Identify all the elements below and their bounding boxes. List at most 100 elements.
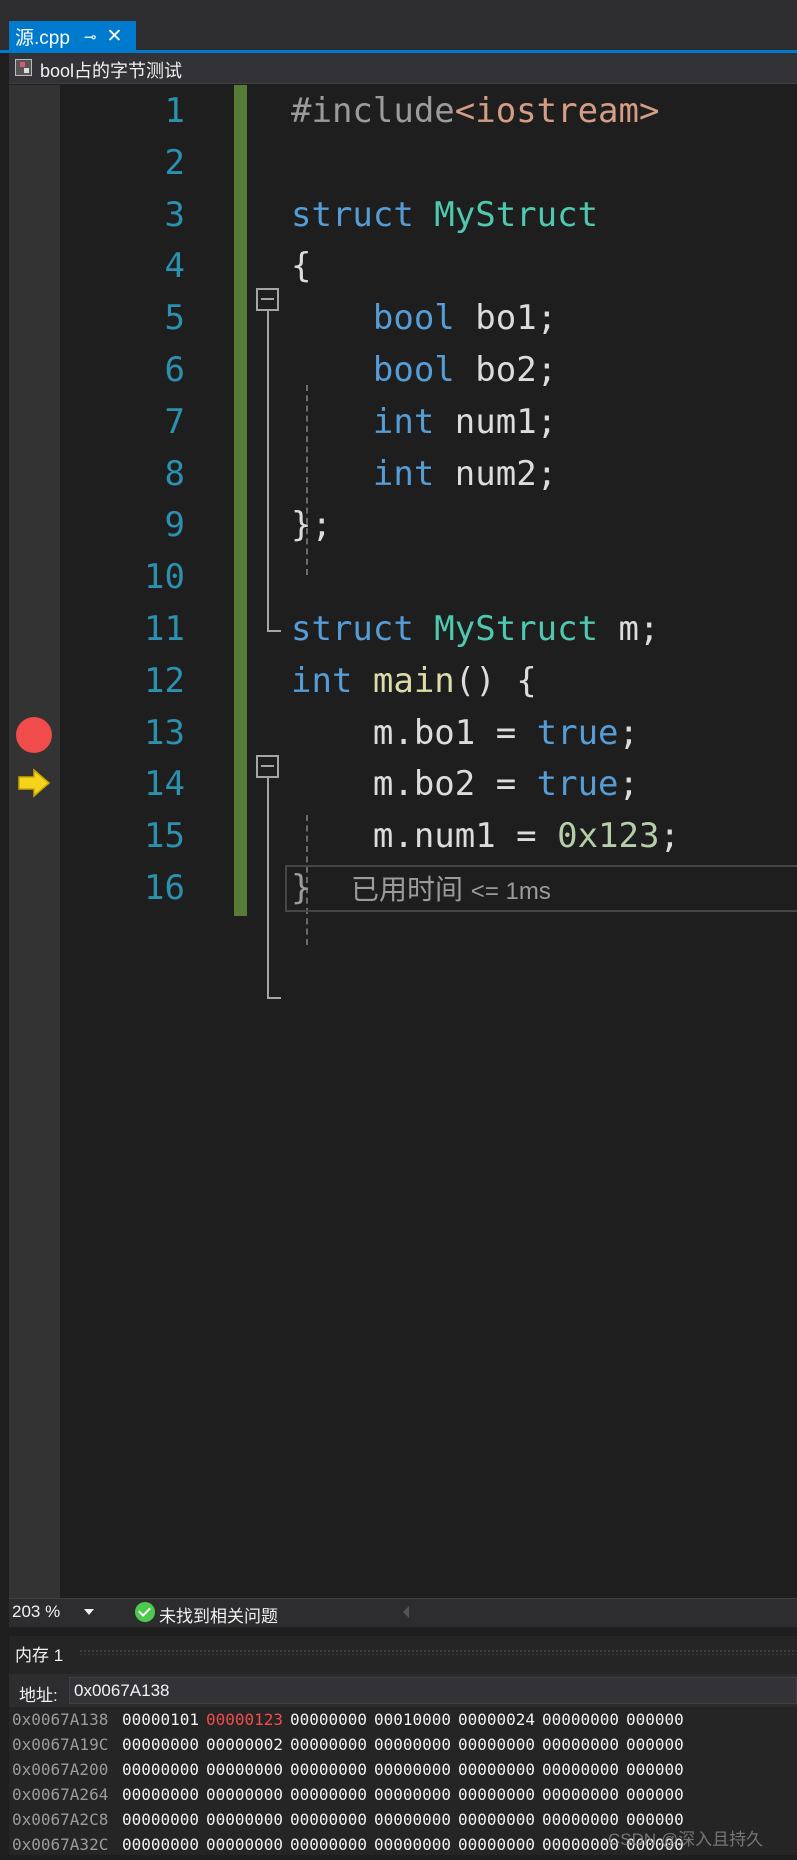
memory-cell[interactable]: 00000000 bbox=[290, 1835, 367, 1854]
memory-cell[interactable]: 00000000 bbox=[290, 1810, 367, 1829]
code-line[interactable]: int main() { bbox=[291, 661, 537, 701]
line-number: 11 bbox=[144, 609, 185, 649]
memory-cell[interactable]: 000000 bbox=[626, 1735, 684, 1754]
glyph-margin[interactable] bbox=[9, 85, 60, 1598]
issues-status[interactable]: 未找到相关问题 bbox=[159, 1602, 278, 1627]
memory-cell[interactable]: 00000000 bbox=[122, 1760, 199, 1779]
code-line[interactable]: m.num1 = 0x123; bbox=[291, 816, 680, 856]
perf-tip[interactable]: 已用时间 <= 1ms bbox=[351, 872, 551, 910]
code-token: bool bbox=[372, 298, 455, 339]
memory-cell[interactable]: 00000000 bbox=[374, 1760, 451, 1779]
line-number: 7 bbox=[164, 401, 185, 442]
code-token: ; bbox=[618, 764, 640, 805]
memory-cell[interactable]: 00000000 bbox=[458, 1810, 535, 1829]
collapse-main-icon[interactable] bbox=[256, 755, 279, 778]
memory-cell[interactable]: 000000 bbox=[626, 1710, 684, 1729]
check-circle-icon bbox=[135, 1602, 155, 1622]
perf-tip-value: <= 1ms bbox=[470, 878, 551, 905]
code-token: ; bbox=[618, 712, 640, 753]
memory-cell[interactable]: 00000000 bbox=[458, 1785, 535, 1804]
memory-cell[interactable]: 00000000 bbox=[374, 1835, 451, 1854]
memory-cell[interactable]: 00000000 bbox=[374, 1810, 451, 1829]
document-tab[interactable]: 源.cpp ⊸ ✕ bbox=[9, 21, 136, 52]
outline-line bbox=[267, 311, 269, 631]
document-tab-strip: 源.cpp ⊸ ✕ bbox=[0, 0, 797, 53]
address-input[interactable]: 0x0067A138 bbox=[69, 1677, 797, 1704]
memory-cell[interactable]: 00000000 bbox=[374, 1735, 451, 1754]
memory-cell[interactable]: 00000123 bbox=[206, 1710, 283, 1729]
zoom-dropdown-icon[interactable] bbox=[84, 1609, 94, 1615]
memory-cell[interactable]: 00000000 bbox=[122, 1735, 199, 1754]
memory-cell[interactable]: 00000000 bbox=[290, 1735, 367, 1754]
memory-cell[interactable]: 00000000 bbox=[206, 1810, 283, 1829]
line-number: 9 bbox=[164, 505, 185, 546]
line-number: 2 bbox=[164, 142, 185, 183]
memory-cell[interactable]: 00000000 bbox=[206, 1760, 283, 1779]
scope-navigation-bar[interactable]: bool占的字节测试 bbox=[9, 53, 797, 84]
code-token: true bbox=[536, 712, 619, 753]
code-token: m.num1 = bbox=[291, 816, 558, 857]
code-token: true bbox=[536, 764, 619, 805]
memory-cell[interactable]: 00000000 bbox=[290, 1710, 367, 1729]
address-label: 地址: bbox=[19, 1686, 58, 1705]
memory-cell[interactable]: 00000000 bbox=[206, 1785, 283, 1804]
code-token: int bbox=[291, 660, 373, 701]
code-line[interactable]: m.bo1 = true; bbox=[291, 713, 639, 753]
memory-row[interactable]: 0x0067A264 00000000 00000000 00000000 000000… bbox=[9, 1785, 797, 1810]
code-line[interactable]: struct MyStruct bbox=[291, 195, 598, 235]
memory-cell[interactable]: 00000000 bbox=[206, 1835, 283, 1854]
code-line[interactable]: bool bo2; bbox=[291, 350, 557, 390]
code-line[interactable]: bool bo1; bbox=[291, 298, 557, 338]
window-grip[interactable] bbox=[79, 1649, 797, 1655]
scroll-left-icon[interactable] bbox=[403, 1606, 409, 1618]
memory-row[interactable]: 0x0067A200 00000000 00000000 00000000 000000… bbox=[9, 1760, 797, 1785]
memory-cell[interactable]: 00000101 bbox=[122, 1710, 199, 1729]
memory-cell[interactable]: 00000000 bbox=[458, 1735, 535, 1754]
memory-cell[interactable]: 00000000 bbox=[542, 1785, 619, 1804]
code-line[interactable]: { bbox=[291, 246, 311, 286]
memory-cell[interactable]: 00000000 bbox=[542, 1735, 619, 1754]
code-editor[interactable]: 1 2 3 4 5 6 7 8 9 10 11 12 13 14 15 16 #include<iostrea… bbox=[9, 85, 797, 1598]
code-token: MyStruct bbox=[434, 194, 599, 235]
line-number: 6 bbox=[164, 350, 185, 390]
memory-cell[interactable]: 00000000 bbox=[374, 1785, 451, 1804]
code-token: int bbox=[372, 401, 435, 442]
memory-cell[interactable]: 000000 bbox=[626, 1760, 684, 1779]
close-icon[interactable]: ✕ bbox=[107, 25, 123, 48]
memory-cell[interactable]: 00000000 bbox=[542, 1760, 619, 1779]
zoom-level[interactable]: 203 % bbox=[12, 1602, 60, 1622]
memory-cell[interactable]: 00000000 bbox=[542, 1710, 619, 1729]
memory-cell[interactable]: 00000000 bbox=[122, 1835, 199, 1854]
project-icon bbox=[15, 59, 32, 76]
code-line[interactable]: #include<iostream> bbox=[291, 91, 659, 131]
breakpoint-icon[interactable] bbox=[16, 717, 52, 753]
memory-row[interactable]: 0x0067A138 00000101 00000123 00000000 000100… bbox=[9, 1710, 797, 1735]
memory-cell[interactable]: 00000000 bbox=[290, 1785, 367, 1804]
memory-cell[interactable]: 000000 bbox=[626, 1785, 684, 1804]
code-line[interactable]: struct MyStruct m; bbox=[291, 609, 659, 649]
pin-icon[interactable]: ⊸ bbox=[84, 28, 97, 46]
memory-row[interactable]: 0x0067A19C 00000000 00000002 00000000 000000… bbox=[9, 1735, 797, 1760]
memory-address: 0x0067A264 bbox=[12, 1785, 109, 1804]
memory-cell[interactable]: 00000000 bbox=[290, 1760, 367, 1779]
line-number: 10 bbox=[144, 557, 185, 598]
code-line[interactable]: int num2; bbox=[291, 454, 557, 494]
memory-cell[interactable]: 00000002 bbox=[206, 1735, 283, 1754]
code-line[interactable]: int num1; bbox=[291, 402, 557, 442]
code-line[interactable]: }; bbox=[291, 505, 332, 545]
memory-cell[interactable]: 00000024 bbox=[458, 1710, 535, 1729]
memory-cell[interactable]: 00000000 bbox=[458, 1760, 535, 1779]
memory-cell[interactable]: 00000000 bbox=[122, 1785, 199, 1804]
current-statement-arrow-icon bbox=[18, 768, 51, 798]
memory-cell[interactable]: 00000000 bbox=[458, 1835, 535, 1854]
code-line[interactable]: m.bo2 = true; bbox=[291, 764, 639, 804]
memory-cell[interactable]: 00010000 bbox=[374, 1710, 451, 1729]
memory-cell[interactable]: 00000000 bbox=[122, 1810, 199, 1829]
code-token: ; bbox=[659, 816, 680, 857]
memory-address: 0x0067A200 bbox=[12, 1760, 109, 1779]
scope-dropdown-label[interactable]: bool占的字节测试 bbox=[40, 57, 182, 83]
code-token: num1; bbox=[434, 401, 558, 442]
collapse-struct-icon[interactable] bbox=[256, 288, 279, 311]
